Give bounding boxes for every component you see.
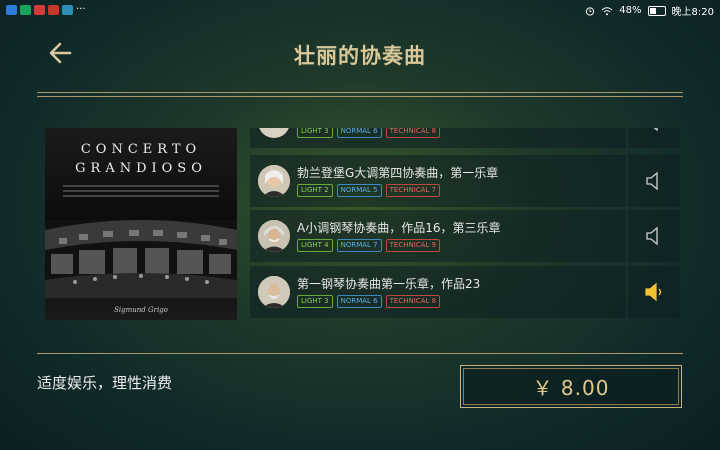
piece-title: 勃兰登堡G大调第四协奏曲，第一乐章 xyxy=(297,166,499,180)
battery-level-fill xyxy=(649,7,657,14)
buy-button[interactable]: ￥ 8.00 xyxy=(460,365,682,408)
concert-hall-image xyxy=(45,220,237,298)
price-label: ￥ 8.00 xyxy=(532,376,610,400)
technical-badge: TECHNICAL 8 xyxy=(385,295,441,308)
bach-portrait-image xyxy=(258,165,290,197)
light-badge: LIGHT 2 xyxy=(297,184,333,197)
more-notifications-icon: ··· xyxy=(76,4,86,15)
difficulty-badges: LIGHT 2 NORMAL 5 TECHNICAL 7 xyxy=(297,184,441,197)
speaker-icon xyxy=(646,171,658,191)
composer-portrait xyxy=(258,128,290,138)
cover-credit: Sigmund Grigo xyxy=(114,306,168,314)
wifi-icon xyxy=(601,6,613,15)
composer-portrait xyxy=(258,276,290,308)
normal-badge: NORMAL 6 xyxy=(336,128,382,138)
technical-badge: TECHNICAL 7 xyxy=(385,184,441,197)
camera-app-icon xyxy=(20,4,31,15)
technical-badge: TECHNICAL 8 xyxy=(385,128,441,138)
composer-portrait xyxy=(258,220,290,252)
status-right: 48% 晚上8:20 xyxy=(585,3,714,18)
piece-row[interactable]: 勃兰登堡G大调第四协奏曲，第一乐章 LIGHT 2 NORMAL 5 TECHN… xyxy=(250,155,626,207)
piece-row[interactable]: A小调钢琴协奏曲，作品16，第三乐章 LIGHT 4 NORMAL 7 TECH… xyxy=(250,210,626,262)
list-item[interactable]: 第一钢琴协奏曲第一乐章，作品23 LIGHT 3 NORMAL 6 TECHNI… xyxy=(250,266,680,318)
piece-title: A小调钢琴协奏曲，作品16，第三乐章 xyxy=(297,221,501,235)
alarm-icon xyxy=(586,6,595,16)
normal-badge: NORMAL 6 xyxy=(336,295,382,308)
cover-title-line2: GRANDIOSO xyxy=(75,161,207,176)
cover-subtitle-line xyxy=(63,185,219,187)
piece-row[interactable]: 第一钢琴协奏曲第一乐章，作品23 LIGHT 3 NORMAL 6 TECHNI… xyxy=(250,266,626,318)
list-item[interactable]: LIGHT 3 NORMAL 6 TECHNICAL 8 xyxy=(250,128,680,148)
tchaikovsky-portrait-image xyxy=(258,276,290,308)
footer-divider xyxy=(37,353,683,354)
light-badge: LIGHT 4 xyxy=(297,239,333,252)
email-app-icon xyxy=(34,4,45,15)
cover-subtitle-line xyxy=(63,195,219,197)
status-bar: ··· 48% 晚上8:20 xyxy=(0,0,720,20)
album-cover: CONCERTO GRANDIOSO Sigmund Grigo xyxy=(45,128,237,320)
difficulty-badges: LIGHT 3 NORMAL 6 TECHNICAL 8 xyxy=(297,128,441,138)
tv-app-icon xyxy=(62,4,73,15)
difficulty-badges: LIGHT 4 NORMAL 7 TECHNICAL 9 xyxy=(297,239,441,252)
reader-app-icon xyxy=(48,4,59,15)
list-item[interactable]: 勃兰登堡G大调第四协奏曲，第一乐章 LIGHT 2 NORMAL 5 TECHN… xyxy=(250,155,680,207)
battery-percent: 48% xyxy=(619,5,642,16)
speaker-playing-icon xyxy=(645,282,662,302)
preview-button[interactable] xyxy=(628,155,680,207)
composer-portrait xyxy=(258,165,290,197)
status-left: ··· xyxy=(6,4,86,15)
cover-title-line1: CONCERTO xyxy=(80,142,202,157)
speaker-icon xyxy=(653,128,658,132)
normal-badge: NORMAL 7 xyxy=(336,239,382,252)
light-badge: LIGHT 3 xyxy=(297,295,333,308)
clock: 晚上8:20 xyxy=(671,7,714,18)
moderation-notice: 适度娱乐，理性消费 xyxy=(37,374,173,392)
social-app-icon xyxy=(6,4,17,15)
battery-icon xyxy=(647,5,666,16)
grieg-portrait-image xyxy=(258,220,290,252)
preview-button[interactable] xyxy=(628,210,680,262)
light-badge: LIGHT 3 xyxy=(297,128,333,138)
preview-button[interactable] xyxy=(628,266,680,318)
difficulty-badges: LIGHT 3 NORMAL 6 TECHNICAL 8 xyxy=(297,295,441,308)
list-item[interactable]: A小调钢琴协奏曲，作品16，第三乐章 LIGHT 4 NORMAL 7 TECH… xyxy=(250,210,680,262)
piece-list[interactable]: LIGHT 3 NORMAL 6 TECHNICAL 8 勃兰登堡G大调第四协奏… xyxy=(250,128,680,320)
normal-badge: NORMAL 5 xyxy=(336,184,382,197)
header-divider xyxy=(37,92,683,97)
piece-row[interactable]: LIGHT 3 NORMAL 6 TECHNICAL 8 xyxy=(250,128,626,148)
speaker-icon xyxy=(646,226,658,246)
technical-badge: TECHNICAL 9 xyxy=(385,239,441,252)
piece-title: 第一钢琴协奏曲第一乐章，作品23 xyxy=(297,277,481,291)
preview-button[interactable] xyxy=(628,128,680,148)
page-title: 壮丽的协奏曲 xyxy=(294,44,426,68)
cover-subtitle-line xyxy=(63,190,219,192)
